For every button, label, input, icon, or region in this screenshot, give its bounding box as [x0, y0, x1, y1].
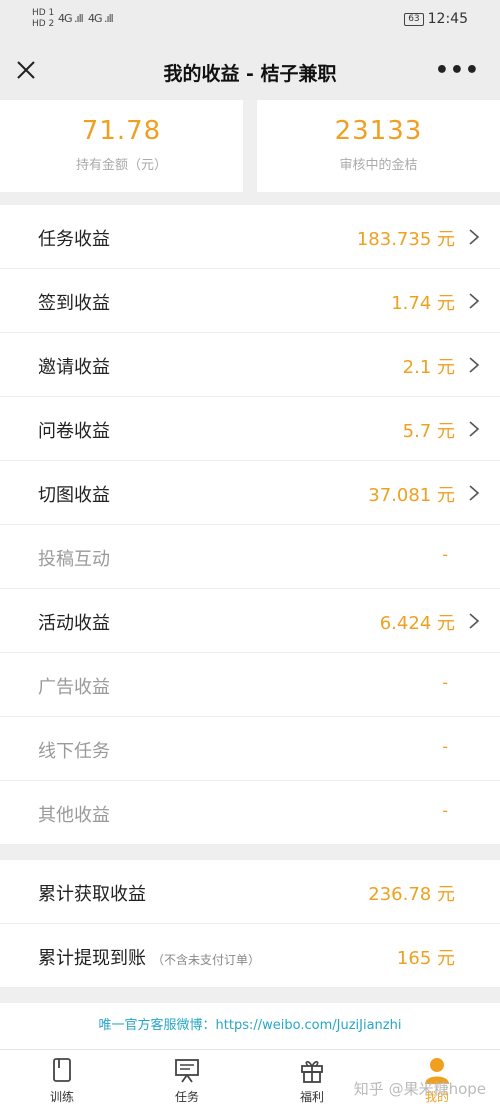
chevron-right-icon: [469, 485, 480, 501]
total-withdrawn-label: 累计提现到账 （不含未支付订单）: [38, 944, 260, 970]
pending-amount: 23133: [334, 116, 423, 146]
tab-label: 福利: [299, 1090, 324, 1104]
sim-indicator: HD 1 HD 2: [32, 8, 54, 30]
row-value: 183.735 元: [356, 229, 455, 250]
income-list: 任务收益 183.735 元 签到收益 1.74 元 邀请收益 2.1 元 问卷…: [0, 205, 500, 845]
held-amount-card: 71.78 持有金额（元）: [0, 100, 243, 192]
income-row-survey[interactable]: 问卷收益 5.7 元: [0, 397, 500, 461]
chevron-right-icon: [469, 229, 480, 245]
chevron-right-icon: [469, 421, 480, 437]
book-icon: [53, 1058, 71, 1082]
sim1-label: HD 1: [32, 8, 55, 18]
row-label: 活动收益: [38, 613, 110, 634]
income-row-activity[interactable]: 活动收益 6.424 元: [0, 589, 500, 653]
row-label: 切图收益: [38, 485, 110, 506]
more-icon[interactable]: •••: [435, 58, 480, 83]
held-amount-label: 持有金额（元）: [75, 158, 167, 173]
signal-icon-2: 4G .ıll: [88, 12, 114, 25]
row-label: 签到收益: [38, 293, 110, 314]
row-label: 其他收益: [38, 805, 110, 826]
income-row-image-cut[interactable]: 切图收益 37.081 元: [0, 461, 500, 525]
chevron-right-icon: [469, 613, 480, 629]
held-amount: 71.78: [81, 116, 162, 146]
withdrawn-note: （不含未支付订单）: [152, 953, 261, 967]
watermark: 知乎 @果米糖hope: [353, 1080, 486, 1098]
tab-benefits[interactable]: 福利: [272, 1050, 352, 1112]
row-value: 5.7 元: [402, 421, 455, 442]
row-value: -: [442, 545, 448, 564]
total-earned-row: 累计获取收益 236.78 元: [0, 860, 500, 924]
page-title: 我的收益 - 桔子兼职: [163, 63, 337, 85]
sim2-label: HD 2: [32, 19, 55, 29]
gift-icon: [301, 1061, 323, 1083]
total-withdrawn-value: 165 元: [396, 948, 455, 969]
income-row-offline: 线下任务 -: [0, 717, 500, 781]
total-earned-label: 累计获取收益: [38, 884, 146, 905]
income-row-checkin[interactable]: 签到收益 1.74 元: [0, 269, 500, 333]
tab-training[interactable]: 训练: [22, 1050, 102, 1112]
row-value: 6.424 元: [379, 613, 455, 634]
totals-section: 累计获取收益 236.78 元 累计提现到账 （不含未支付订单） 165 元: [0, 860, 500, 988]
income-row-ads: 广告收益 -: [0, 653, 500, 717]
clock: 12:45: [427, 11, 468, 27]
row-label: 邀请收益: [38, 357, 110, 378]
row-label: 任务收益: [38, 229, 110, 250]
withdrawn-label-text: 累计提现到账: [38, 948, 146, 969]
row-value: -: [442, 801, 448, 820]
income-row-submission: 投稿互动 -: [0, 525, 500, 589]
row-value: 2.1 元: [402, 357, 455, 378]
tab-label: 任务: [174, 1090, 199, 1104]
row-value: -: [442, 737, 448, 756]
tab-tasks[interactable]: 任务: [147, 1050, 227, 1112]
tab-label: 训练: [49, 1090, 74, 1104]
income-row-task[interactable]: 任务收益 183.735 元: [0, 205, 500, 269]
income-row-other: 其他收益 -: [0, 781, 500, 845]
row-value: 37.081 元: [368, 485, 455, 506]
row-value: 1.74 元: [391, 293, 455, 314]
income-row-invite[interactable]: 邀请收益 2.1 元: [0, 333, 500, 397]
row-label: 问卷收益: [38, 421, 110, 442]
status-bar: HD 1 HD 2 4G .ıll 4G .ıll 63 12:45: [0, 0, 500, 40]
total-earned-value: 236.78 元: [368, 884, 455, 905]
pending-amount-label: 审核中的金桔: [339, 158, 418, 173]
signal-icon: 4G .ıll: [58, 12, 84, 25]
presentation-icon: [175, 1059, 199, 1083]
summary-cards: 71.78 持有金额（元） 23133 审核中的金桔: [0, 100, 500, 192]
row-label: 投稿互动: [38, 549, 110, 570]
chevron-right-icon: [469, 293, 480, 309]
battery-icon: 63: [404, 12, 424, 26]
support-weibo-link[interactable]: 唯一官方客服微博：https://weibo.com/JuziJianzhi: [0, 1003, 500, 1049]
pending-amount-card: 23133 审核中的金桔: [257, 100, 500, 192]
row-label: 广告收益: [38, 677, 110, 698]
row-value: -: [442, 673, 448, 692]
total-withdrawn-row: 累计提现到账 （不含未支付订单） 165 元: [0, 924, 500, 988]
chevron-right-icon: [469, 357, 480, 373]
title-bar: 我的收益 - 桔子兼职 •••: [0, 40, 500, 100]
row-label: 线下任务: [38, 741, 110, 762]
